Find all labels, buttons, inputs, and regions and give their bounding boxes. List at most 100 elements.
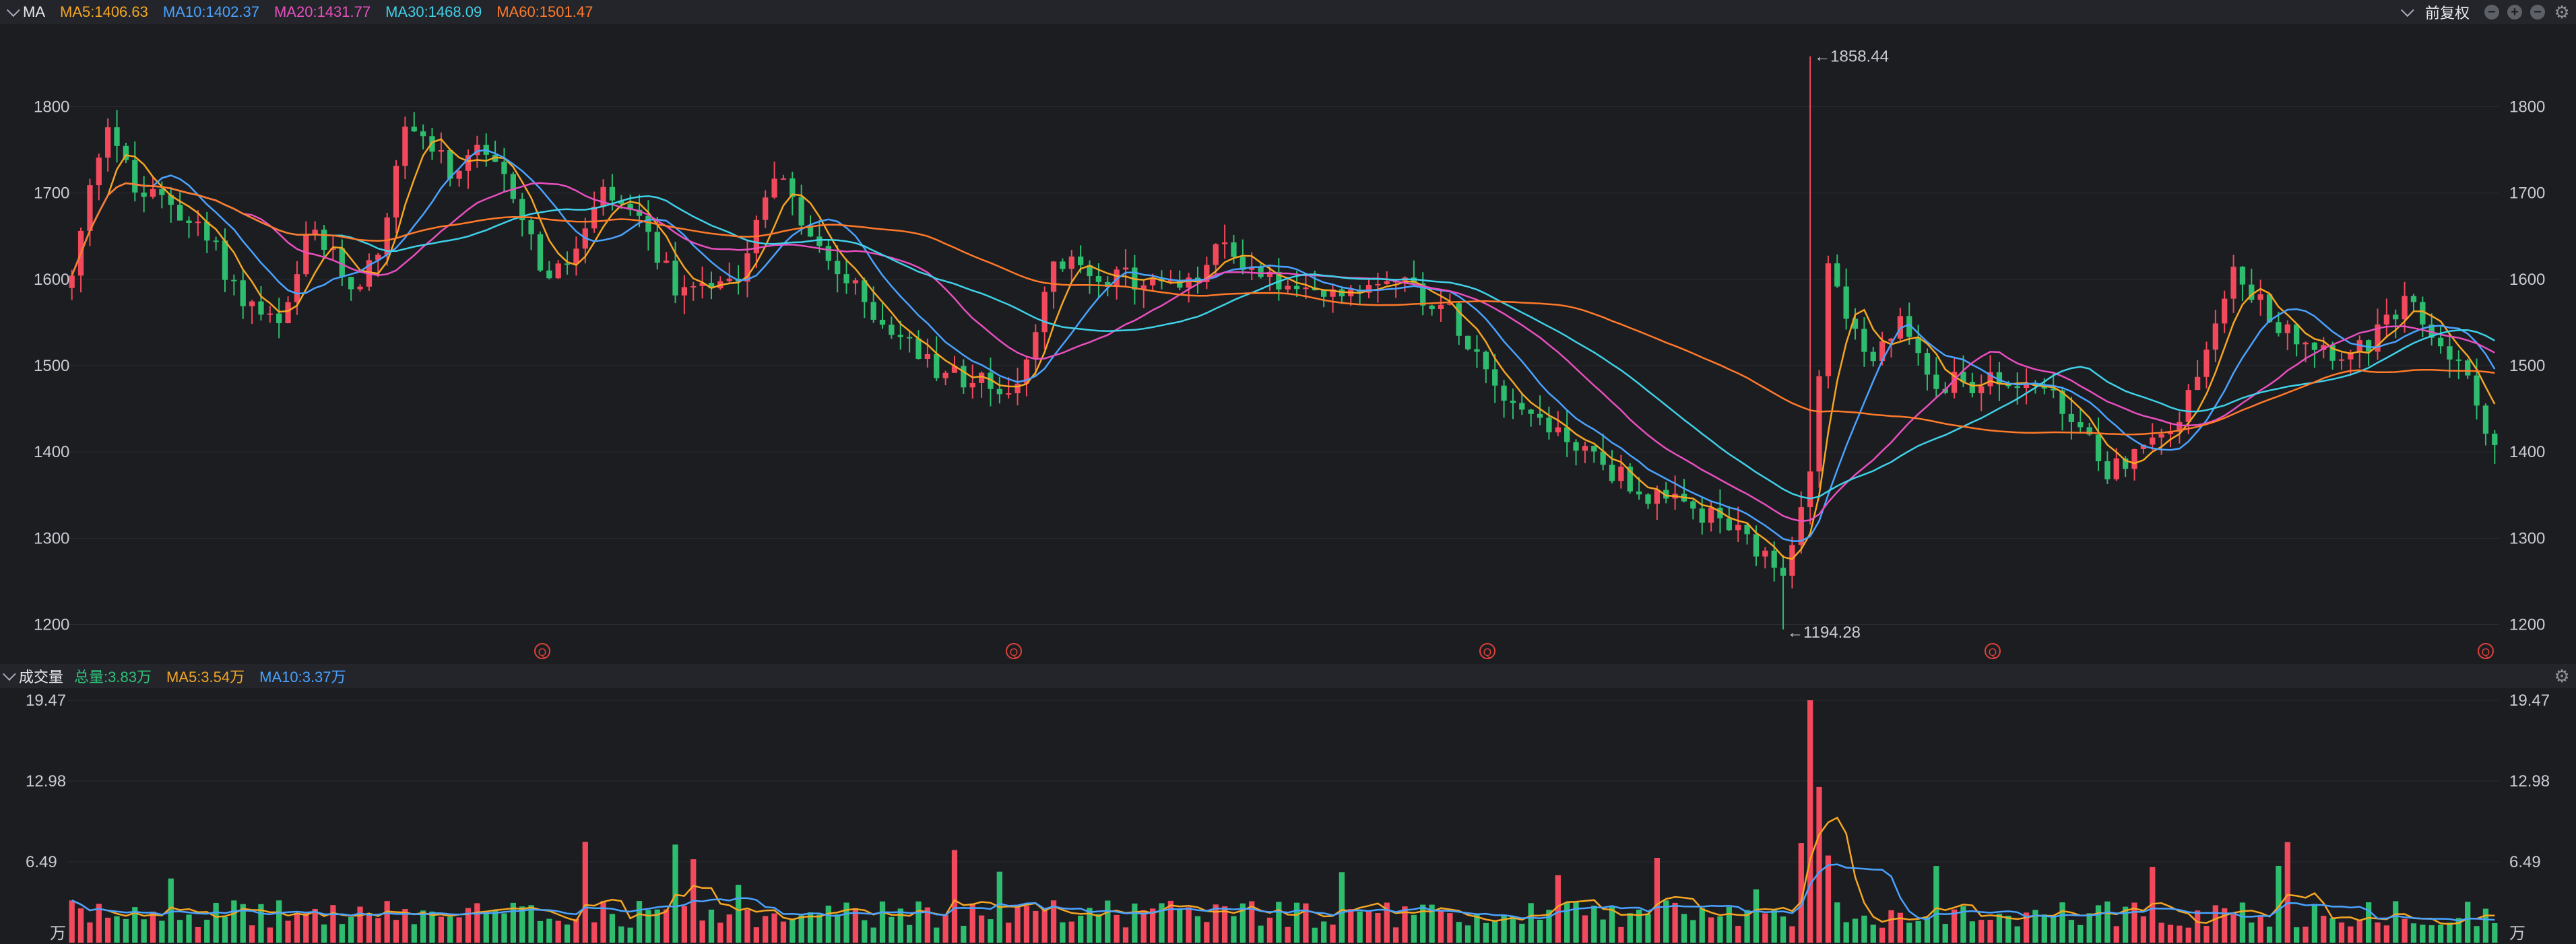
candle-body xyxy=(357,286,363,290)
candle-body xyxy=(915,338,922,360)
candle-body xyxy=(132,160,138,193)
volume-bar xyxy=(1897,912,1904,943)
volume-bar xyxy=(988,919,994,943)
price-chart[interactable]: 1200 1200 1300 1300 1400 1400 1500 1500 1600 1600… xyxy=(0,24,2576,664)
candle-body xyxy=(1293,285,1300,290)
adjust-dropdown-chevron-icon[interactable] xyxy=(2400,3,2414,18)
volume-settings-gear-icon[interactable]: ⚙ xyxy=(2553,666,2571,686)
volume-bar xyxy=(2465,902,2471,943)
volume-bar xyxy=(2177,925,2183,943)
y-tick-label-right: 1300 xyxy=(2509,529,2545,547)
volume-bar xyxy=(798,915,804,943)
volume-bar xyxy=(1834,902,1840,943)
volume-bar xyxy=(330,905,336,943)
candle-body xyxy=(87,185,93,231)
volume-bar xyxy=(1735,926,1741,943)
candle-body xyxy=(897,335,903,337)
volume-bar xyxy=(1879,927,1886,943)
adjust-dropdown[interactable]: 前复权 xyxy=(2425,1,2470,23)
candle-body xyxy=(2194,376,2201,391)
candle-body xyxy=(2239,267,2246,285)
candle-body xyxy=(2131,448,2137,469)
volume-bar xyxy=(2329,918,2336,943)
candle-body xyxy=(2276,322,2282,333)
volume-bar xyxy=(672,844,678,943)
candle-body xyxy=(411,127,417,132)
volume-bar xyxy=(411,924,417,943)
ma10-value: MA10:1402.37 xyxy=(162,3,259,20)
volume-bar xyxy=(2185,927,2191,943)
volume-bar xyxy=(1015,904,1021,943)
volume-bar xyxy=(2041,914,2047,943)
event-marker-label: Q xyxy=(1010,647,1018,659)
volume-bar xyxy=(825,906,831,943)
volume-collapse-chevron-icon[interactable] xyxy=(2,667,16,681)
volume-bar xyxy=(1573,901,1579,943)
volume-bar xyxy=(627,927,633,943)
volume-bar xyxy=(2474,926,2480,943)
candle-body xyxy=(1690,501,1696,509)
event-marker-label: Q xyxy=(538,647,546,659)
volume-bar xyxy=(537,920,544,943)
candle-body xyxy=(663,261,670,263)
ma60-value: MA60:1501.47 xyxy=(496,3,593,20)
volume-bar xyxy=(2086,913,2092,943)
candle-body xyxy=(870,302,876,320)
volume-bar xyxy=(2249,922,2255,943)
volume-bar xyxy=(1456,922,1462,943)
volume-bar xyxy=(168,878,174,943)
volume-bar xyxy=(1122,927,1129,943)
candle-body xyxy=(2068,413,2075,422)
volume-bar xyxy=(1672,902,1678,943)
volume-bar xyxy=(2437,924,2444,943)
candle-body xyxy=(2222,298,2228,324)
volume-bar xyxy=(816,914,823,943)
volume-bar xyxy=(1006,922,1012,943)
volume-chart[interactable]: 6.49 6.49 12.98 12.98 19.47 19.47 万 万 xyxy=(0,688,2576,944)
collapse-chevron-icon[interactable] xyxy=(6,3,20,18)
candle-body xyxy=(1258,267,1264,277)
candle-body xyxy=(1843,286,1849,319)
volume-bar xyxy=(1392,927,1399,943)
candle-body xyxy=(852,280,859,283)
indicator-name[interactable]: MA xyxy=(23,3,45,21)
zoom-out-icon[interactable]: − xyxy=(2484,5,2499,20)
event-marker-icon: Q xyxy=(1985,643,2001,659)
candle-body xyxy=(1753,534,1760,557)
candle-body xyxy=(1708,508,1714,523)
candle-body xyxy=(1303,287,1309,290)
volume-bar xyxy=(1357,911,1363,943)
minimize-icon[interactable]: − xyxy=(2530,5,2545,20)
candle-body xyxy=(69,275,75,288)
volume-bar xyxy=(2420,924,2426,943)
volume-bar xyxy=(1564,902,1570,943)
candle-body xyxy=(321,230,327,250)
volume-title[interactable]: 成交量 xyxy=(19,665,63,687)
volume-bar xyxy=(978,915,985,943)
volume-bar xyxy=(2303,926,2309,943)
candle-body xyxy=(2482,405,2489,434)
volume-bar xyxy=(726,914,732,943)
candle-body xyxy=(96,158,102,186)
candle-body xyxy=(2104,461,2111,479)
volume-bar xyxy=(1266,917,1273,943)
volume-bar xyxy=(889,916,895,943)
volume-bar xyxy=(1906,922,1912,943)
candle-body xyxy=(258,301,264,315)
settings-gear-icon[interactable]: ⚙ xyxy=(2553,2,2571,22)
candle-body xyxy=(816,236,823,246)
volume-bar xyxy=(204,919,210,943)
candle-body xyxy=(276,313,282,324)
volume-bar xyxy=(1033,910,1039,943)
y-tick-label-right: 1200 xyxy=(2509,616,2545,634)
y-tick-label-left: 1300 xyxy=(34,529,69,547)
volume-bar xyxy=(1023,906,1030,943)
volume-bar xyxy=(1303,903,1309,943)
zoom-in-icon[interactable]: + xyxy=(2507,5,2522,20)
candle-body xyxy=(231,279,237,281)
y-tick-label-left: 1400 xyxy=(34,443,69,461)
volume-bar xyxy=(2051,916,2057,943)
volume-bar xyxy=(2068,920,2075,943)
candle-body xyxy=(555,263,561,279)
y-tick-label-right: 1500 xyxy=(2509,357,2545,375)
